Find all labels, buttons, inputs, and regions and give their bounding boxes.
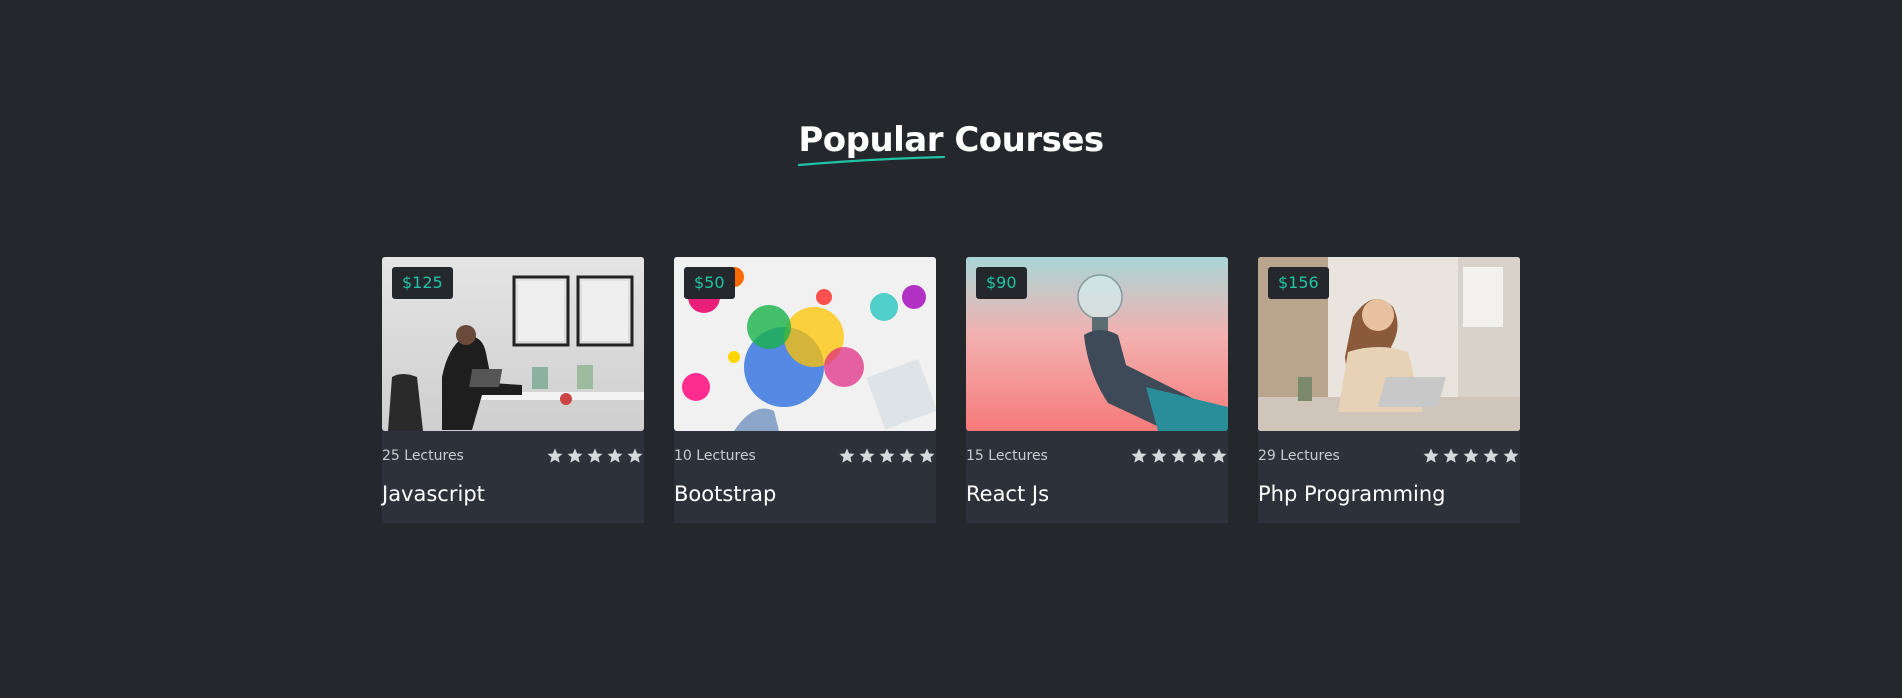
course-image[interactable]: $125 [382, 257, 644, 431]
lecture-count: 10 Lectures [674, 448, 756, 464]
title-underline-decoration [798, 156, 946, 167]
course-title[interactable]: Bootstrap [674, 481, 936, 507]
course-card-bootstrap[interactable]: $50 10 Lectures Bootstrap [674, 257, 936, 523]
star-icon [607, 448, 623, 463]
star-icon [1131, 448, 1147, 463]
course-title[interactable]: Javascript [382, 481, 644, 507]
price-badge: $156 [1268, 267, 1329, 299]
star-icon [1503, 448, 1519, 463]
star-icon [1171, 448, 1187, 463]
course-image[interactable]: $50 [674, 257, 936, 431]
star-icon [1191, 448, 1207, 463]
course-meta: 15 Lectures [966, 431, 1228, 465]
star-icon [839, 448, 855, 463]
star-icon [627, 448, 643, 463]
star-icon [587, 448, 603, 463]
star-icon [859, 448, 875, 463]
star-icon [899, 448, 915, 463]
course-card-react-js[interactable]: $90 15 Lectures React Js [966, 257, 1228, 523]
rating-stars [838, 447, 936, 465]
star-icon [567, 448, 583, 463]
course-grid: $125 25 Lectures Javascript $50 10 Lectu… [382, 257, 1520, 523]
star-icon [1423, 448, 1439, 463]
course-image[interactable]: $90 [966, 257, 1228, 431]
star-icon [1483, 448, 1499, 463]
lecture-count: 25 Lectures [382, 448, 464, 464]
price-badge: $125 [392, 267, 453, 299]
star-icon [919, 448, 935, 463]
star-icon [1463, 448, 1479, 463]
rating-stars [546, 447, 644, 465]
price-badge: $50 [684, 267, 735, 299]
course-card-javascript[interactable]: $125 25 Lectures Javascript [382, 257, 644, 523]
rating-stars [1422, 447, 1520, 465]
course-title[interactable]: React Js [966, 481, 1228, 507]
price-badge: $90 [976, 267, 1027, 299]
course-image[interactable]: $156 [1258, 257, 1520, 431]
section-header: Popular Courses [0, 116, 1902, 167]
lecture-count: 29 Lectures [1258, 448, 1340, 464]
star-icon [547, 448, 563, 463]
section-title-text: Popular Courses [798, 120, 1104, 160]
star-icon [1151, 448, 1167, 463]
course-title[interactable]: Php Programming [1258, 481, 1520, 507]
course-meta: 25 Lectures [382, 431, 644, 465]
course-card-php-programming[interactable]: $156 29 Lectures Php Programming [1258, 257, 1520, 523]
course-meta: 10 Lectures [674, 431, 936, 465]
star-icon [879, 448, 895, 463]
lecture-count: 15 Lectures [966, 448, 1048, 464]
course-meta: 29 Lectures [1258, 431, 1520, 465]
star-icon [1211, 448, 1227, 463]
rating-stars [1130, 447, 1228, 465]
star-icon [1443, 448, 1459, 463]
section-title: Popular Courses [798, 116, 1104, 167]
